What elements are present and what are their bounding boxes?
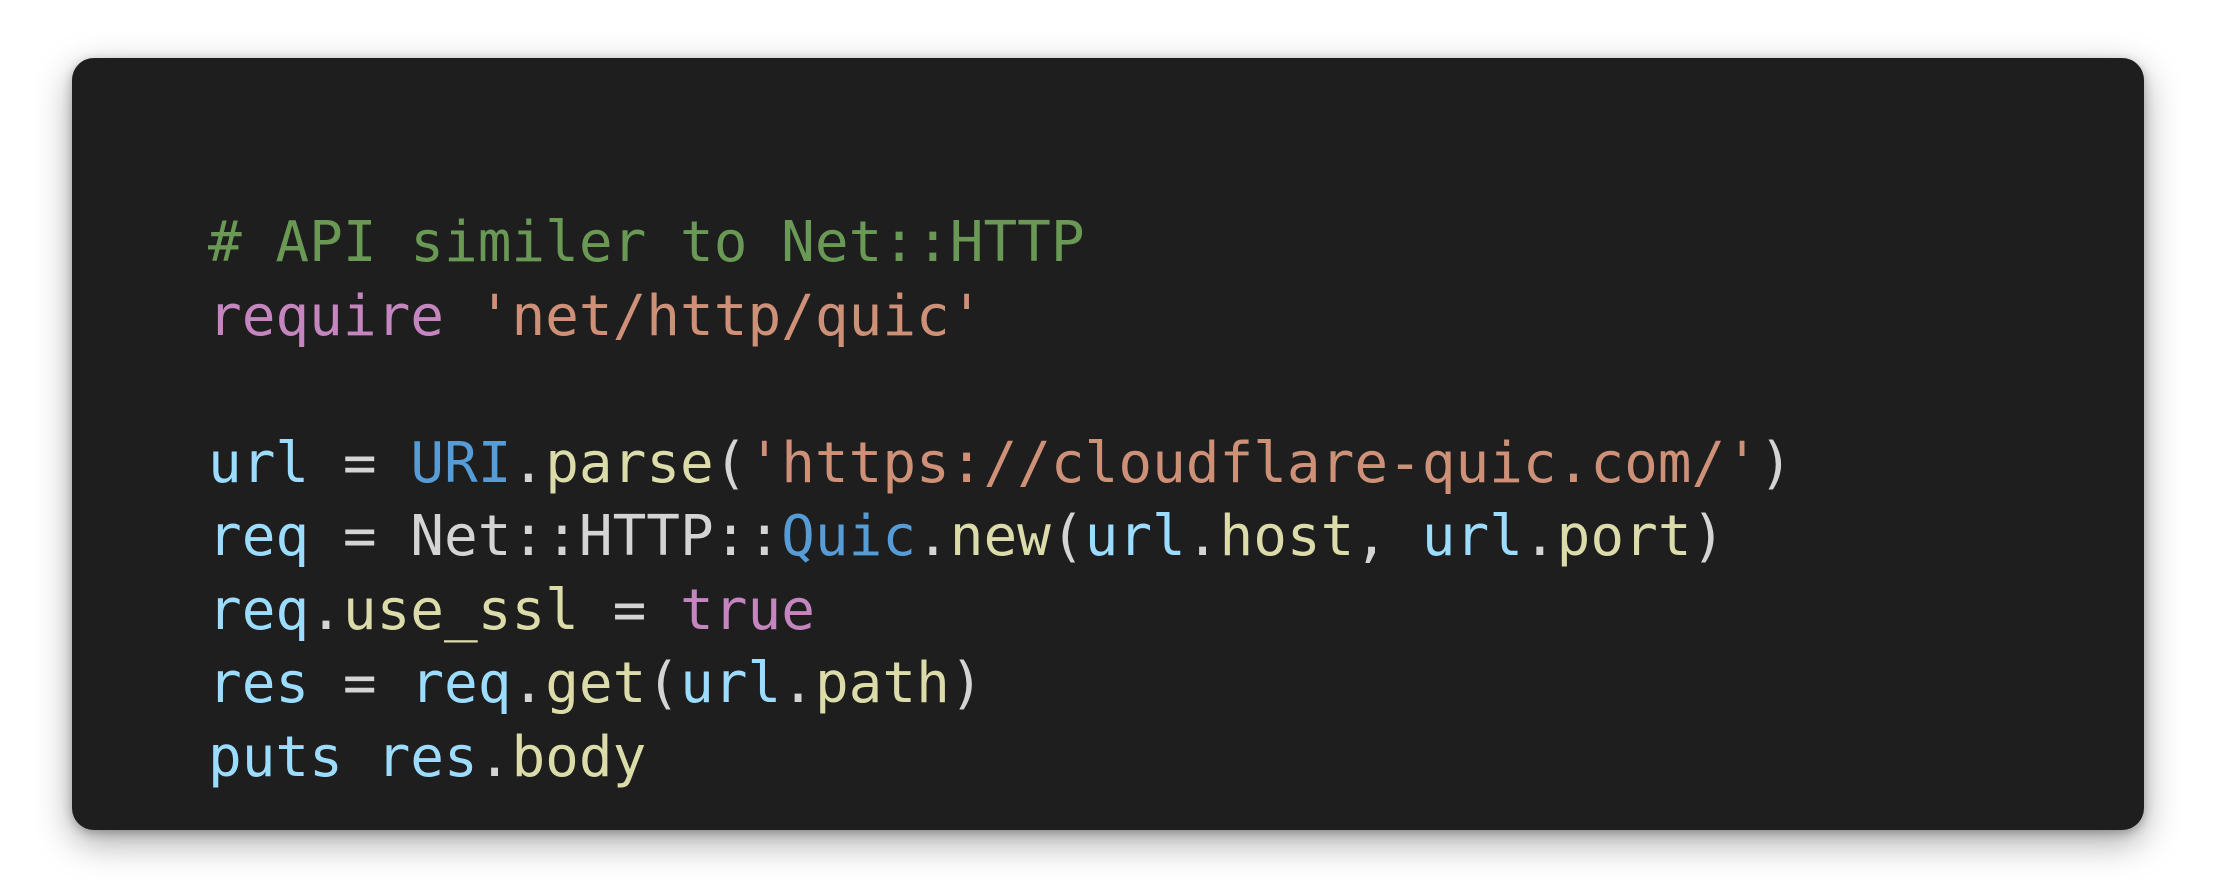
code-token: , — [1354, 504, 1422, 569]
code-token: . — [1522, 504, 1557, 569]
code-token: . — [511, 430, 546, 496]
code-token: get — [545, 651, 647, 716]
code-line-7: res = req.get(url.path) — [208, 647, 1793, 721]
code-token: url — [1084, 504, 1186, 569]
code-token: = Net::HTTP:: — [309, 504, 782, 569]
code-token: url — [1421, 504, 1523, 569]
code-block: # API similer to Net::HTTP require 'net/h… — [208, 206, 1793, 794]
code-token: 'net/http/quic' — [477, 283, 984, 349]
code-token: ( — [713, 430, 748, 496]
code-token: . — [916, 504, 950, 569]
code-token: ) — [1691, 504, 1726, 569]
code-token: 'https://cloudflare-quic.com/' — [747, 430, 1759, 496]
code-token: true — [680, 577, 815, 643]
code-token: ( — [646, 651, 681, 716]
code-line-2: require 'net/http/quic' — [208, 280, 1793, 354]
code-token: host — [1219, 504, 1355, 569]
code-token: use_ssl — [342, 577, 579, 643]
code-token: . — [511, 651, 546, 716]
code-line-1: # API similer to Net::HTTP — [208, 206, 1793, 280]
code-line-5: req = Net::HTTP::Quic.new(url.host, url.… — [208, 500, 1793, 574]
code-token: ) — [949, 651, 984, 716]
code-token: res — [208, 651, 310, 716]
code-token: req — [208, 504, 310, 569]
code-card: # API similer to Net::HTTP require 'net/h… — [72, 58, 2144, 830]
code-token: # API similer to Net::HTTP — [208, 210, 1085, 275]
code-token: = — [578, 577, 681, 643]
code-token: res — [376, 724, 478, 790]
code-token: ( — [1050, 504, 1085, 569]
code-token: url — [208, 430, 310, 496]
code-token: puts — [208, 724, 343, 790]
code-token: URI — [410, 430, 512, 496]
code-line-6: req.use_ssl = true — [208, 574, 1793, 648]
code-token: = — [309, 651, 411, 716]
code-token: path — [814, 651, 950, 716]
code-line-3-blank — [208, 353, 1793, 427]
code-token: body — [511, 724, 647, 790]
code-token: . — [309, 577, 343, 643]
code-token: . — [1185, 504, 1220, 569]
code-token: url — [680, 651, 782, 716]
code-token: new — [949, 504, 1051, 569]
code-token: require — [208, 283, 445, 349]
code-line-4: url = URI.parse('https://cloudflare-quic… — [208, 427, 1793, 501]
code-token: Quic — [781, 504, 917, 569]
code-token: = — [309, 430, 411, 496]
code-token: parse — [545, 430, 714, 496]
code-token: req — [410, 651, 512, 716]
code-token: . — [781, 651, 815, 716]
code-token: ) — [1758, 430, 1793, 496]
code-token: . — [477, 724, 512, 790]
code-token: port — [1556, 504, 1692, 569]
code-token: req — [208, 577, 310, 643]
code-line-8: puts res.body — [208, 721, 1793, 795]
